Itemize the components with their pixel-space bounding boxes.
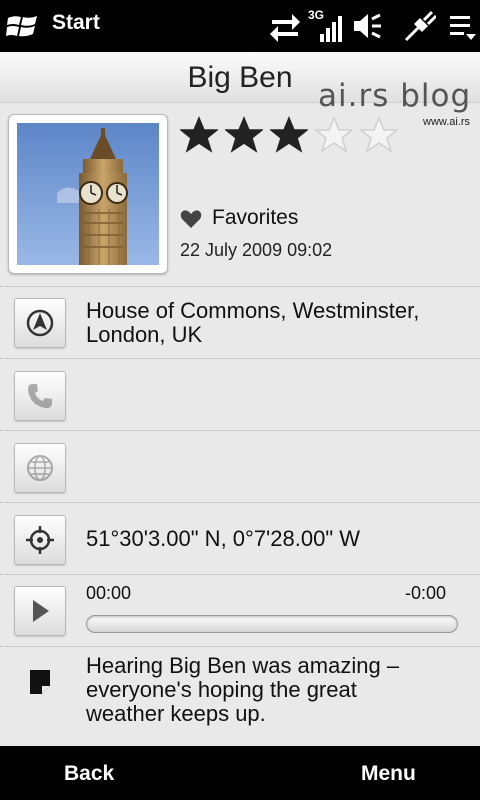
call-button[interactable] xyxy=(14,371,66,421)
watermark: ai.rs blog xyxy=(318,78,472,114)
menu-lines-icon[interactable] xyxy=(448,10,478,42)
star-filled-icon[interactable] xyxy=(180,116,218,154)
note-icon xyxy=(30,670,50,694)
address-text[interactable]: House of Commons, Westminster, London, U… xyxy=(86,299,419,347)
star-empty-icon[interactable] xyxy=(315,116,353,154)
address-row[interactable]: House of Commons, Westminster, London, U… xyxy=(0,286,480,358)
start-label[interactable]: Start xyxy=(52,11,100,35)
navigation-compass-icon xyxy=(26,309,54,337)
audio-progress-bar[interactable] xyxy=(86,615,458,633)
play-icon xyxy=(33,600,49,622)
note-line-2: everyone's hoping the great xyxy=(86,677,357,702)
back-softkey[interactable]: Back xyxy=(64,762,114,786)
favorites-label[interactable]: Favorites xyxy=(212,206,298,230)
phone-row xyxy=(0,358,480,430)
menu-softkey[interactable]: Menu xyxy=(361,762,416,786)
status-bar: Start 3G xyxy=(0,0,480,52)
navigate-button[interactable] xyxy=(14,298,66,348)
locate-button[interactable] xyxy=(14,515,66,565)
note-line-3: weather keeps up. xyxy=(86,701,266,726)
star-filled-icon[interactable] xyxy=(225,116,263,154)
heart-icon xyxy=(180,210,202,228)
windows-icon[interactable] xyxy=(6,12,40,40)
coordinates-row[interactable]: 51°30'3.00" N, 0°7'28.00" W xyxy=(0,502,480,574)
usb-connection-icon xyxy=(404,10,436,42)
softkey-bar: Back Menu xyxy=(0,746,480,800)
globe-icon xyxy=(27,455,53,481)
photo-thumbnail[interactable] xyxy=(8,114,168,274)
address-line-1: House of Commons, Westminster, xyxy=(86,298,420,323)
play-button[interactable] xyxy=(14,586,66,636)
remaining-time: -0:00 xyxy=(404,583,446,603)
star-empty-icon[interactable] xyxy=(360,116,398,154)
web-button[interactable] xyxy=(14,443,66,493)
note-row[interactable]: Hearing Big Ben was amazing – everyone's… xyxy=(0,646,480,737)
3g-signal-icon xyxy=(320,16,342,42)
coordinates-text: 51°30'3.00" N, 0°7'28.00" W xyxy=(86,526,361,551)
crosshair-icon xyxy=(26,526,54,554)
phone-icon xyxy=(28,384,52,409)
big-ben-photo xyxy=(17,123,159,265)
web-row xyxy=(0,430,480,502)
speaker-muted-icon[interactable] xyxy=(352,10,382,42)
note-line-1: Hearing Big Ben was amazing – xyxy=(86,653,400,678)
note-text: Hearing Big Ben was amazing – everyone's… xyxy=(86,654,399,726)
elapsed-time: 00:00 xyxy=(86,583,132,603)
data-transfer-icon xyxy=(270,14,300,42)
address-line-2: London, UK xyxy=(86,322,203,347)
date-time: 22 July 2009 09:02 xyxy=(180,240,333,260)
watermark-url: www.ai.rs xyxy=(423,116,471,128)
star-filled-icon[interactable] xyxy=(270,116,308,154)
